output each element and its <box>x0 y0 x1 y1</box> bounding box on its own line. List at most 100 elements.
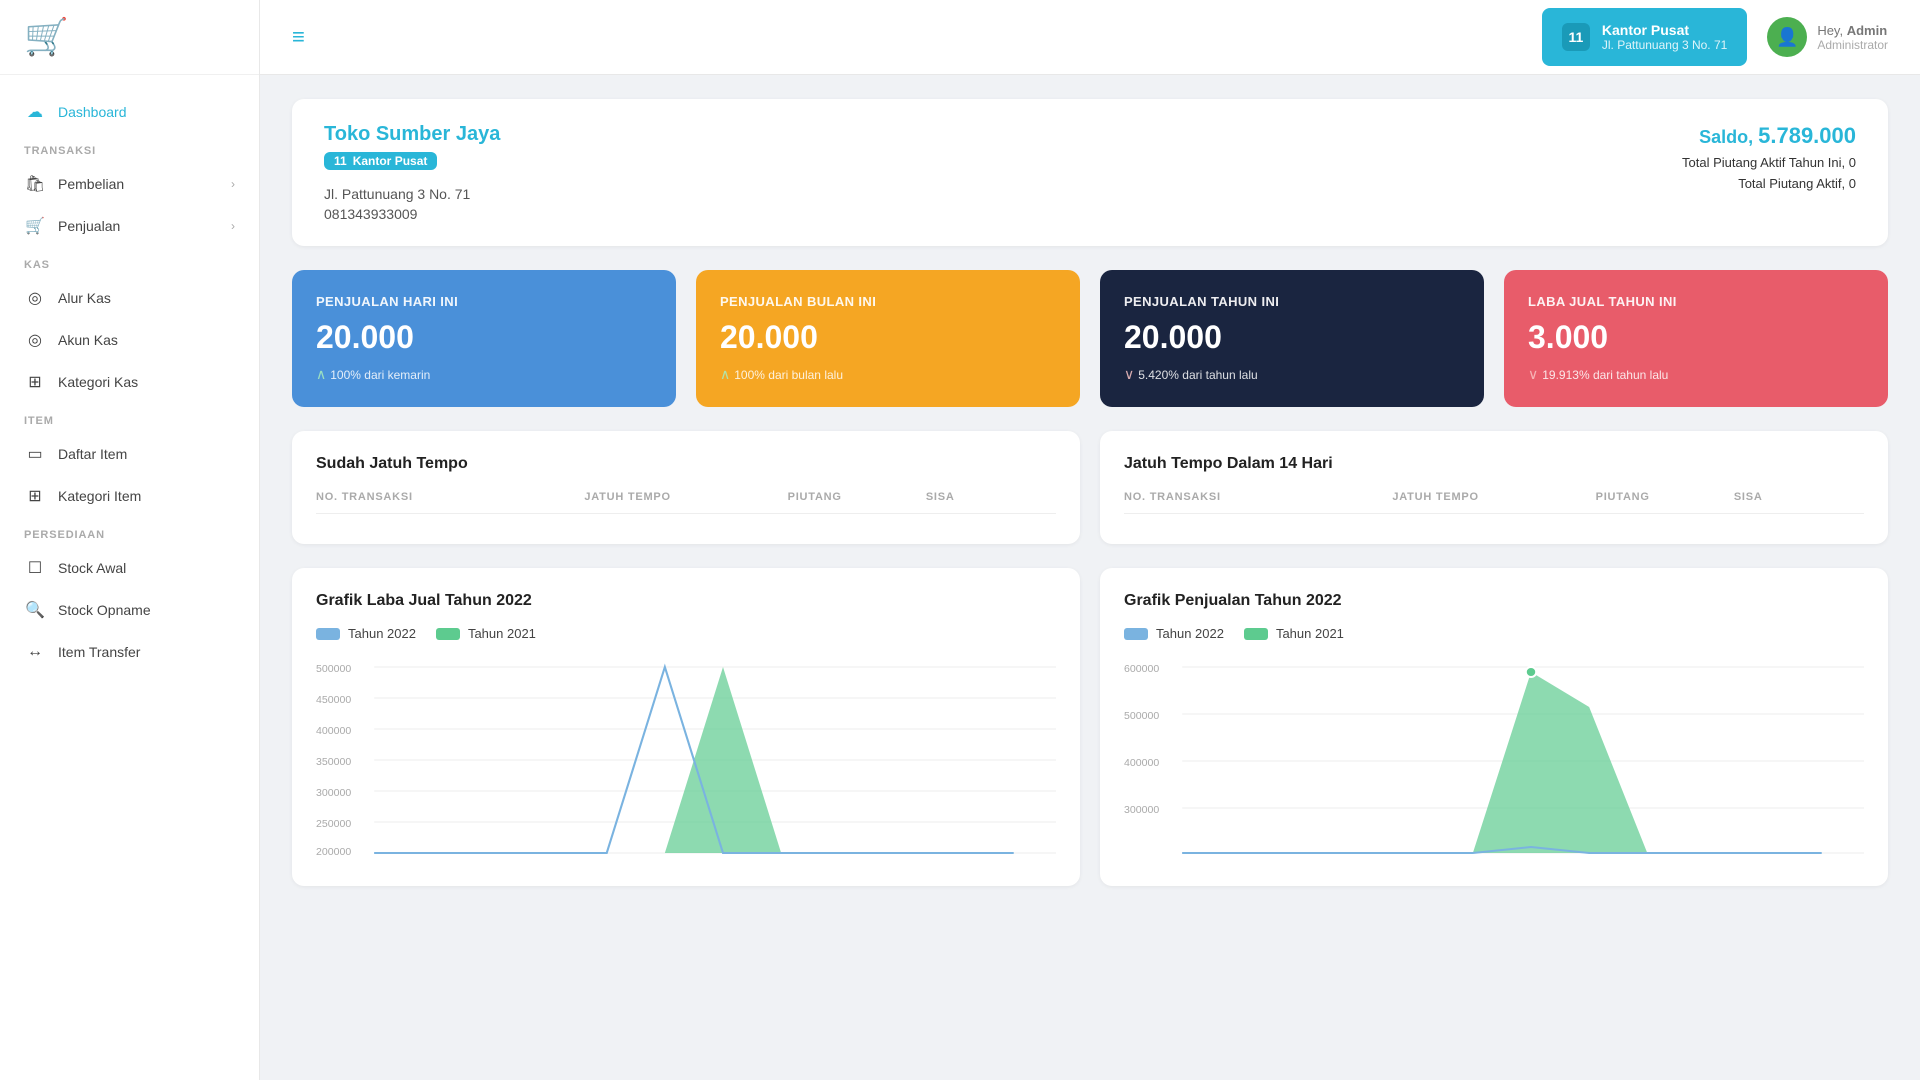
svg-text:350000: 350000 <box>316 757 351 768</box>
dashboard-icon: ☁ <box>24 101 46 123</box>
svg-text:300000: 300000 <box>316 788 351 799</box>
svg-text:400000: 400000 <box>316 726 351 737</box>
laba-jual-chart-card: Grafik Laba Jual Tahun 2022 Tahun 2022 T… <box>292 568 1080 886</box>
balance-amount: 5.789.000 <box>1758 123 1856 148</box>
penjualan-icon: 🛒 <box>24 215 46 237</box>
legend-box-2022 <box>1124 628 1148 640</box>
arrow-down-icon: ∨ <box>1528 366 1538 383</box>
legend-label-2021: Tahun 2021 <box>468 626 536 641</box>
store-tag: 11 Kantor Pusat <box>324 152 437 170</box>
stat-card-laba-jual-tahun-ini: LABA JUAL TAHUN INI 3.000 ∨ 19.913% dari… <box>1504 270 1888 407</box>
arrow-up-icon: ∧ <box>316 366 326 383</box>
sidebar-item-label: Stock Awal <box>58 560 235 576</box>
col-jatuh-tempo: JATUH TEMPO <box>584 491 779 503</box>
svg-text:300000: 300000 <box>1124 805 1159 816</box>
sidebar-item-akun-kas[interactable]: ◎ Akun Kas <box>0 319 259 361</box>
store-addr: Jl. Pattunuang 3 No. 71 <box>324 186 500 202</box>
sidebar: 🛒 ☁ Dashboard TRANSAKSI 🛍 Pembelian › 🛒 … <box>0 0 260 1080</box>
store-info: Kantor Pusat Jl. Pattunuang 3 No. 71 <box>1602 22 1727 52</box>
sidebar-item-label: Dashboard <box>58 104 235 120</box>
page-content: Toko Sumber Jaya 11 Kantor Pusat Jl. Pat… <box>260 75 1920 1080</box>
stat-change-text: 100% dari kemarin <box>330 368 430 382</box>
col-sisa: SISA <box>1734 491 1864 503</box>
table-header: NO. TRANSAKSI JATUH TEMPO PIUTANG SISA <box>1124 491 1864 514</box>
penjualan-chart-title: Grafik Penjualan Tahun 2022 <box>1124 592 1864 610</box>
sidebar-item-label: Penjualan <box>58 218 231 234</box>
sidebar-item-label: Kategori Kas <box>58 374 235 390</box>
sidebar-item-alur-kas[interactable]: ◎ Alur Kas <box>0 277 259 319</box>
legend-2021: Tahun 2021 <box>436 626 536 641</box>
chevron-right-icon: › <box>231 177 235 191</box>
chart-legend: Tahun 2022 Tahun 2021 <box>1124 626 1864 641</box>
total-piutang-value: 0 <box>1849 176 1856 191</box>
section-label-persediaan: PERSEDIAAN <box>0 517 259 547</box>
col-jatuh-tempo: JATUH TEMPO <box>1392 491 1587 503</box>
store-badge-num: 11 <box>1562 23 1590 51</box>
alur-kas-icon: ◎ <box>24 287 46 309</box>
sidebar-item-stock-opname[interactable]: 🔍 Stock Opname <box>0 589 259 631</box>
stat-change-text: 5.420% dari tahun lalu <box>1138 368 1257 382</box>
legend-label-2022: Tahun 2022 <box>1156 626 1224 641</box>
sidebar-item-dashboard[interactable]: ☁ Dashboard <box>0 91 259 133</box>
store-tag-num: 11 <box>334 154 347 168</box>
stat-card-penjualan-tahun-ini: PENJUALAN TAHUN INI 20.000 ∨ 5.420% dari… <box>1100 270 1484 407</box>
legend-label-2022: Tahun 2022 <box>348 626 416 641</box>
avatar: 👤 <box>1767 17 1807 57</box>
svg-text:400000: 400000 <box>1124 758 1159 769</box>
store-address: Jl. Pattunuang 3 No. 71 <box>1602 38 1727 52</box>
user-info: 👤 Hey, Admin Administrator <box>1767 17 1888 57</box>
col-no-transaksi: NO. TRANSAKSI <box>1124 491 1384 503</box>
store-name: Kantor Pusat <box>1602 22 1727 38</box>
hamburger-button[interactable]: ≡ <box>292 24 305 50</box>
store-phone: 081343933009 <box>324 206 500 222</box>
col-piutang: PIUTANG <box>788 491 918 503</box>
pembelian-icon: 🛍 <box>24 173 46 195</box>
sidebar-item-pembelian[interactable]: 🛍 Pembelian › <box>0 163 259 205</box>
total-piutang-label: Total Piutang Aktif, <box>1738 176 1845 191</box>
daftar-item-icon: ▭ <box>24 443 46 465</box>
item-transfer-icon: ↔ <box>24 641 46 663</box>
user-name: Admin <box>1847 23 1887 38</box>
store-card: Toko Sumber Jaya 11 Kantor Pusat Jl. Pat… <box>292 99 1888 246</box>
user-role: Administrator <box>1817 38 1888 52</box>
section-label-item: ITEM <box>0 403 259 433</box>
sidebar-item-label: Kategori Item <box>58 488 235 504</box>
stat-change: ∧ 100% dari bulan lalu <box>720 366 1056 383</box>
piutang-aktif-tahun-label: Total Piutang Aktif Tahun Ini, <box>1682 155 1845 170</box>
svg-text:200000: 200000 <box>316 847 351 857</box>
legend-box-2021 <box>1244 628 1268 640</box>
sidebar-item-daftar-item[interactable]: ▭ Daftar Item <box>0 433 259 475</box>
store-title: Toko Sumber Jaya <box>324 123 500 146</box>
penjualan-svg-chart: 600000 500000 400000 300000 <box>1124 657 1864 857</box>
cart-icon: 🛒 <box>24 16 69 58</box>
stat-change: ∨ 19.913% dari tahun lalu <box>1528 366 1864 383</box>
sidebar-logo: 🛒 <box>0 0 259 75</box>
penjualan-chart-card: Grafik Penjualan Tahun 2022 Tahun 2022 T… <box>1100 568 1888 886</box>
sidebar-item-label: Alur Kas <box>58 290 235 306</box>
balance-label: Saldo, 5.789.000 <box>1682 123 1856 149</box>
stock-opname-icon: 🔍 <box>24 599 46 621</box>
sidebar-item-penjualan[interactable]: 🛒 Penjualan › <box>0 205 259 247</box>
legend-2022: Tahun 2022 <box>316 626 416 641</box>
stat-value: 20.000 <box>316 319 652 356</box>
legend-2022: Tahun 2022 <box>1124 626 1224 641</box>
svg-text:500000: 500000 <box>1124 711 1159 722</box>
chevron-right-icon: › <box>231 219 235 233</box>
svg-text:450000: 450000 <box>316 695 351 706</box>
store-balance: Saldo, 5.789.000 Total Piutang Aktif Tah… <box>1682 123 1856 191</box>
main-content: ≡ 11 Kantor Pusat Jl. Pattunuang 3 No. 7… <box>260 0 1920 1080</box>
sidebar-item-kategori-kas[interactable]: ⊞ Kategori Kas <box>0 361 259 403</box>
store-tag-label: Kantor Pusat <box>353 154 428 168</box>
col-piutang: PIUTANG <box>1596 491 1726 503</box>
stat-change-text: 100% dari bulan lalu <box>734 368 843 382</box>
arrow-down-icon: ∨ <box>1124 366 1134 383</box>
store-badge[interactable]: 11 Kantor Pusat Jl. Pattunuang 3 No. 71 <box>1542 8 1747 66</box>
sidebar-item-kategori-item[interactable]: ⊞ Kategori Item <box>0 475 259 517</box>
section-label-transaksi: TRANSAKSI <box>0 133 259 163</box>
legend-label-2021: Tahun 2021 <box>1276 626 1344 641</box>
svg-text:250000: 250000 <box>316 819 351 830</box>
sidebar-item-stock-awal[interactable]: ☐ Stock Awal <box>0 547 259 589</box>
stat-change: ∨ 5.420% dari tahun lalu <box>1124 366 1460 383</box>
sidebar-item-item-transfer[interactable]: ↔ Item Transfer <box>0 631 259 673</box>
sidebar-nav: ☁ Dashboard TRANSAKSI 🛍 Pembelian › 🛒 Pe… <box>0 75 259 1080</box>
